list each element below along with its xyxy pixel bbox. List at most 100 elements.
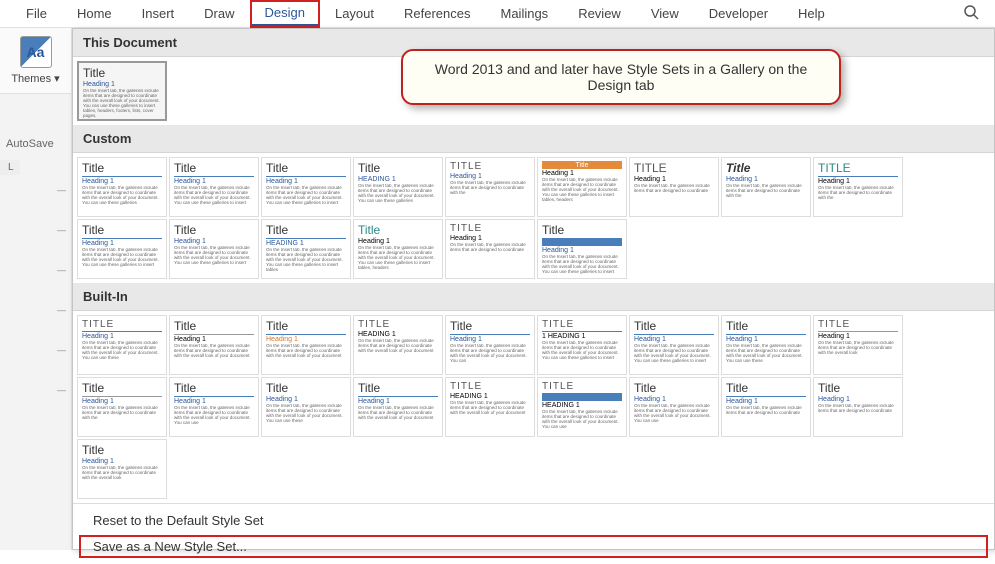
tile-title: Title <box>358 381 438 397</box>
reset-default-style-set[interactable]: Reset to the Default Style Set <box>73 508 994 533</box>
style-tile[interactable]: TITLEHeading 1On the Insert tab, the gal… <box>813 157 903 217</box>
style-tile[interactable]: TitleHeading 1On the Insert tab, the gal… <box>169 315 259 375</box>
custom-grid: TitleHeading 1On the Insert tab, the gal… <box>73 153 994 283</box>
style-tile[interactable]: TitleHeading 1On the Insert tab, the gal… <box>77 157 167 217</box>
style-tile[interactable]: TitleHeading 1On the Insert tab, the gal… <box>629 377 719 437</box>
autosave-label: AutoSave <box>0 134 71 154</box>
tile-heading: Heading 1 <box>818 333 898 340</box>
tile-body: On the Insert tab, the galleries include… <box>82 248 162 268</box>
tile-heading: Heading 1 <box>818 396 898 403</box>
style-tile[interactable]: Title Heading 1 On the Insert tab, the g… <box>77 61 167 121</box>
style-tile[interactable]: TitleHeading 1On the Insert tab, the gal… <box>721 157 811 217</box>
style-tile[interactable]: TITLEHeading 1On the Insert tab, the gal… <box>445 157 535 217</box>
style-tile[interactable]: TitleHeading 1On the Insert tab, the gal… <box>169 377 259 437</box>
style-tile[interactable]: TITLEHeading 1On the Insert tab, the gal… <box>629 157 719 217</box>
tile-body: On the Insert tab, the galleries include… <box>358 184 438 204</box>
style-set-gallery: Word 2013 and and later have Style Sets … <box>72 28 995 550</box>
tab-draw[interactable]: Draw <box>190 2 248 25</box>
built-in-grid: TITLEHeading 1On the Insert tab, the gal… <box>73 311 994 503</box>
ruler-tick: — <box>0 185 72 195</box>
style-tile[interactable]: TitleHeading 1On the Insert tab, the gal… <box>813 377 903 437</box>
style-tile[interactable]: TITLEHeading 1On the Insert tab, the gal… <box>813 315 903 375</box>
tile-heading: Heading 1 <box>83 81 161 88</box>
tile-title: TITLE <box>542 319 622 332</box>
style-tile[interactable]: TitleHEADING 1On the Insert tab, the gal… <box>353 157 443 217</box>
tab-layout[interactable]: Layout <box>321 2 388 25</box>
tile-heading: HEADING 1 <box>358 176 438 183</box>
tile-body: On the Insert tab, the galleries include… <box>358 406 438 421</box>
style-tile[interactable]: TitleHeading 1On the Insert tab, the gal… <box>261 377 351 437</box>
tile-heading: Heading 1 <box>266 178 346 185</box>
style-tile[interactable]: TitleHeading 1On the Insert tab, the gal… <box>77 219 167 279</box>
themes-icon: Aa <box>20 36 52 68</box>
themes-label: Themes ▾ <box>11 72 59 85</box>
tab-file[interactable]: File <box>12 2 61 25</box>
style-tile[interactable]: TitleHeading 1On the Insert tab, the gal… <box>77 439 167 499</box>
tile-body: On the Insert tab, the galleries include… <box>266 344 346 359</box>
tile-body: On the Insert tab, the galleries include… <box>542 341 622 361</box>
tile-heading: Heading 1 <box>450 235 530 242</box>
style-tile[interactable]: TitleHeading 1On the Insert tab, the gal… <box>169 157 259 217</box>
style-tile[interactable]: TITLEHeading 1On the Insert tab, the gal… <box>445 219 535 279</box>
style-tile[interactable]: TitleHeading 1On the Insert tab, the gal… <box>629 315 719 375</box>
tab-design[interactable]: Design <box>251 1 319 27</box>
tab-insert[interactable]: Insert <box>128 2 189 25</box>
style-tile[interactable]: TitleHeading 1On the Insert tab, the gal… <box>353 377 443 437</box>
tile-heading: Heading 1 <box>82 333 162 340</box>
themes-button[interactable]: Aa Themes ▾ <box>0 28 71 94</box>
search-icon[interactable] <box>959 0 983 27</box>
tile-body: On the Insert tab, the galleries include… <box>82 406 162 421</box>
style-tile[interactable]: TitleHeading 1On the Insert tab, the gal… <box>537 157 627 217</box>
tile-body: On the Insert tab, the galleries include… <box>818 341 898 356</box>
tile-body: On the Insert tab, the galleries include… <box>634 184 714 194</box>
tile-body: On the Insert tab, the galleries include… <box>450 181 530 196</box>
style-tile[interactable]: TitleHeading 1On the Insert tab, the gal… <box>721 377 811 437</box>
tile-body: On the Insert tab, the galleries include… <box>83 89 161 119</box>
style-tile[interactable]: TitleHeading 1On the Insert tab, the gal… <box>353 219 443 279</box>
ribbon-tabs: File Home Insert Draw Design Layout Refe… <box>0 0 995 28</box>
tile-body: On the Insert tab, the galleries include… <box>818 404 898 414</box>
tile-title: TITLE <box>542 381 622 392</box>
style-tile[interactable]: TITLEHeading 1On the Insert tab, the gal… <box>77 315 167 375</box>
ruler-tab-marker[interactable]: L <box>0 160 20 175</box>
style-tile[interactable]: TitleHeading 1On the Insert tab, the gal… <box>537 219 627 279</box>
tab-view[interactable]: View <box>637 2 693 25</box>
tile-body: On the Insert tab, the galleries include… <box>726 406 806 416</box>
tab-review[interactable]: Review <box>564 2 635 25</box>
tile-body: On the Insert tab, the galleries include… <box>450 243 530 253</box>
style-tile[interactable]: TitleHeading 1On the Insert tab, the gal… <box>77 377 167 437</box>
tile-heading: Heading 1 <box>358 238 438 245</box>
tile-heading: Heading 1 <box>174 238 254 245</box>
style-tile[interactable]: TITLEHEADING 1On the Insert tab, the gal… <box>537 377 627 437</box>
tab-mailings[interactable]: Mailings <box>487 2 563 25</box>
tile-heading: HEADING 1 <box>450 393 530 400</box>
style-tile[interactable]: TitleHeading 1On the Insert tab, the gal… <box>261 315 351 375</box>
tile-heading: Heading 1 <box>818 178 898 185</box>
tab-references[interactable]: References <box>390 2 484 25</box>
tab-developer[interactable]: Developer <box>695 2 782 25</box>
tile-body: On the Insert tab, the galleries include… <box>82 466 162 481</box>
tile-title: Title <box>83 66 161 80</box>
style-tile[interactable]: TitleHeading 1On the Insert tab, the gal… <box>169 219 259 279</box>
tile-title: Title <box>82 381 162 397</box>
tile-body: On the Insert tab, the galleries include… <box>358 246 438 271</box>
tile-body: On the Insert tab, the galleries include… <box>174 406 254 426</box>
tile-title: TITLE <box>450 161 530 172</box>
tile-title: TITLE <box>450 223 530 234</box>
tile-title: TITLE <box>450 381 530 392</box>
save-as-new-style-set[interactable]: Save as a New Style Set... <box>79 535 988 558</box>
style-tile[interactable]: TitleHEADING 1On the Insert tab, the gal… <box>261 219 351 279</box>
style-tile[interactable]: TITLEHEADING 1On the Insert tab, the gal… <box>353 315 443 375</box>
style-tile[interactable]: TITLE1 HEADING 1On the Insert tab, the g… <box>537 315 627 375</box>
style-tile[interactable]: TitleHeading 1On the Insert tab, the gal… <box>261 157 351 217</box>
tab-home[interactable]: Home <box>63 2 126 25</box>
style-tile[interactable]: TitleHeading 1On the Insert tab, the gal… <box>721 315 811 375</box>
tile-heading: Heading 1 <box>726 398 806 405</box>
style-tile[interactable]: TitleHeading 1On the Insert tab, the gal… <box>445 315 535 375</box>
tile-heading: Heading 1 <box>82 240 162 247</box>
tile-body: On the Insert tab, the galleries include… <box>358 339 438 354</box>
tile-body: On the Insert tab, the galleries include… <box>726 184 806 199</box>
tab-help[interactable]: Help <box>784 2 839 25</box>
tile-title: Title <box>266 319 346 335</box>
style-tile[interactable]: TITLEHEADING 1On the Insert tab, the gal… <box>445 377 535 437</box>
